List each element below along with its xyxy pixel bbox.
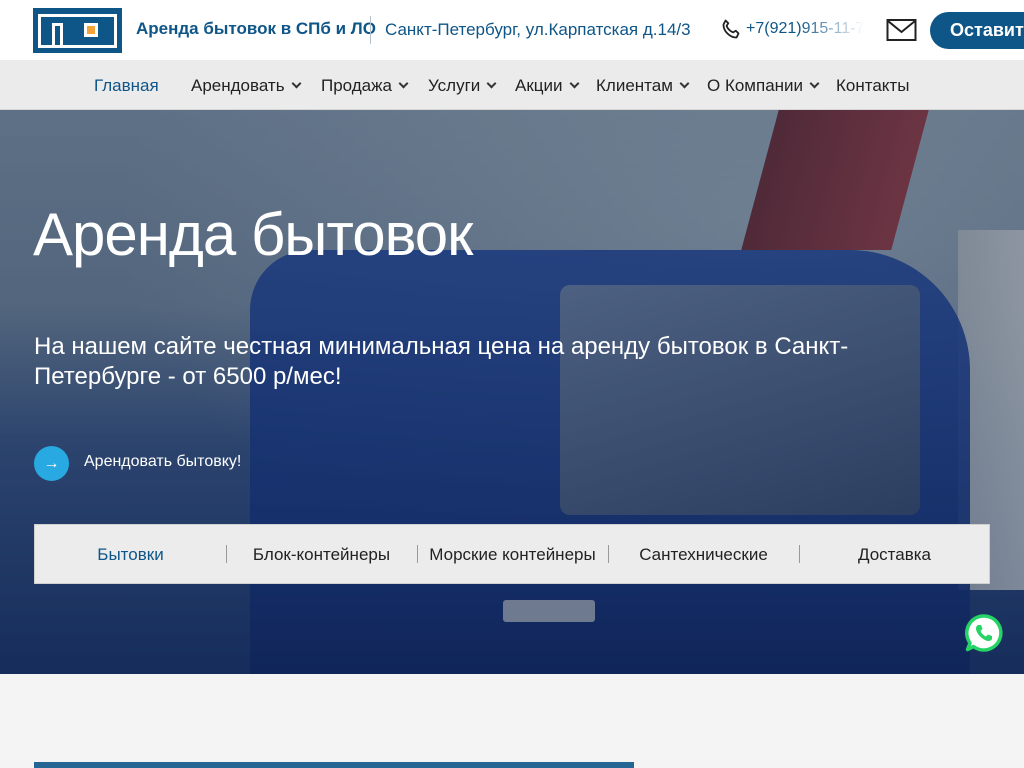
arrow-right-icon[interactable]: → — [34, 446, 69, 481]
mail-icon[interactable] — [886, 18, 917, 42]
tab-block-containers[interactable]: Блок-контейнеры — [226, 525, 417, 583]
nav-item-promotions[interactable]: Акции — [515, 76, 579, 96]
whatsapp-icon[interactable] — [964, 613, 1004, 653]
phone-link[interactable]: +7(921)915-11-7 — [746, 20, 864, 38]
nav-item-services[interactable]: Услуги — [428, 76, 497, 96]
callback-button[interactable]: Оставит — [930, 12, 1024, 49]
nav-item-rent[interactable]: Арендовать — [191, 76, 302, 96]
chevron-down-icon — [679, 78, 690, 89]
chevron-down-icon — [291, 78, 302, 89]
site-name[interactable]: Аренда бытовок в СПб и ЛО — [136, 19, 376, 39]
chevron-down-icon — [486, 78, 497, 89]
tab-delivery[interactable]: Доставка — [799, 525, 990, 583]
nav-item-clients[interactable]: Клиентам — [596, 76, 690, 96]
hero-subtitle: На нашем сайте честная минимальная цена … — [34, 333, 849, 390]
tab-cabins[interactable]: Бытовки — [35, 525, 226, 583]
main-nav: Главная Арендовать Продажа Услуги Акции … — [0, 60, 1024, 110]
content-section — [0, 674, 1024, 768]
phone-icon[interactable] — [719, 18, 743, 42]
nav-item-sale[interactable]: Продажа — [321, 76, 409, 96]
hero-title: Аренда бытовок — [33, 201, 473, 268]
nav-item-home[interactable]: Главная — [94, 76, 159, 96]
top-bar: Аренда бытовок в СПб и ЛО Санкт-Петербур… — [0, 0, 1024, 60]
nav-item-contacts[interactable]: Контакты — [836, 76, 909, 96]
tab-sanitary[interactable]: Сантехнические — [608, 525, 799, 583]
section-heading-peek — [34, 762, 634, 768]
rent-cabin-link[interactable]: Арендовать бытовку! — [84, 453, 241, 471]
chevron-down-icon — [398, 78, 409, 89]
hero-banner: Аренда бытовок На нашем сайте честная ми… — [0, 110, 1024, 674]
chevron-down-icon — [809, 78, 820, 89]
address-text: Санкт-Петербург, ул.Карпатская д.14/3 — [385, 20, 691, 39]
nav-item-about[interactable]: О Компании — [707, 76, 820, 96]
category-tabs: Бытовки Блок-контейнеры Морские контейне… — [34, 524, 990, 584]
cabin-logo-icon[interactable] — [33, 8, 122, 53]
chevron-down-icon — [569, 78, 579, 89]
tab-sea-containers[interactable]: Морские контейнеры — [417, 525, 608, 583]
header-divider — [370, 16, 371, 44]
